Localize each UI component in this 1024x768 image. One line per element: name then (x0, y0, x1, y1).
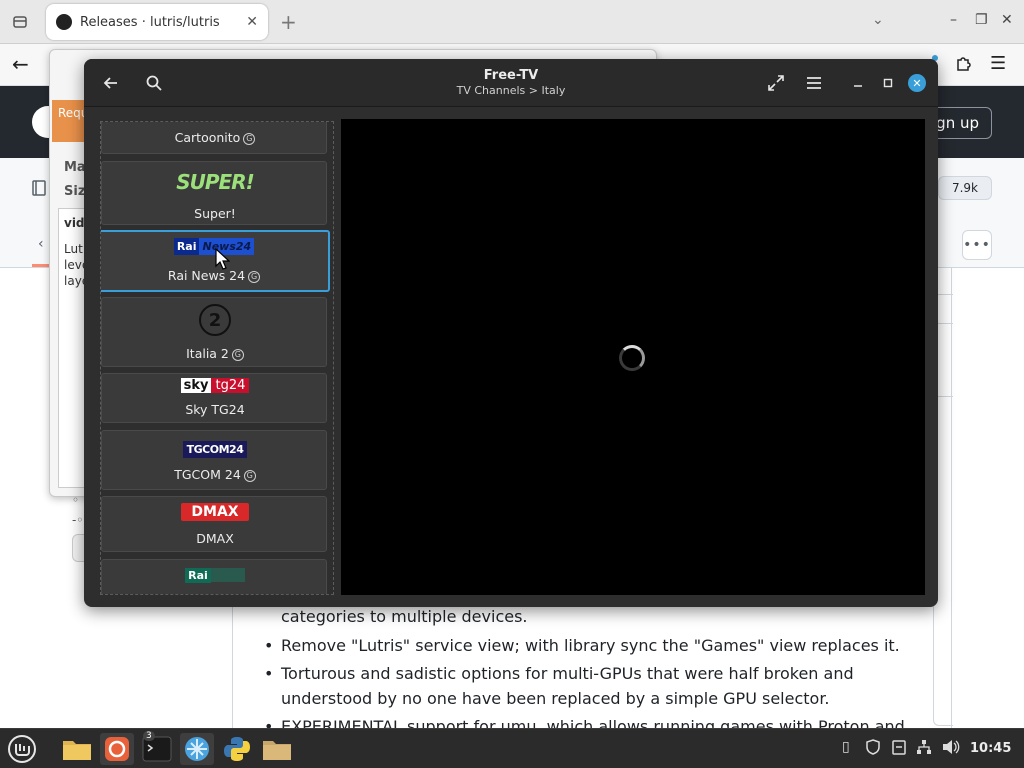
channel-card-dmax[interactable]: DMAX DMAX (101, 496, 327, 552)
channel-name: Italia 2 (186, 346, 229, 361)
freetv-app-icon[interactable] (180, 733, 214, 765)
sky-tg24-logo: sky tg24 (102, 378, 328, 393)
lutris-info-line: Siz (64, 184, 86, 199)
channel-label: Sky TG24 (102, 402, 328, 417)
channel-label: TGCOM 24 G (102, 467, 328, 482)
rai-logo: Rai (102, 568, 328, 583)
release-note-item: Torturous and sadistic options for multi… (262, 661, 942, 711)
tab-title: Releases · lutris/lutris (80, 14, 220, 30)
mouse-cursor-icon (215, 248, 230, 270)
network-icon[interactable] (916, 739, 932, 759)
channel-card-tgcom-24[interactable]: TGCOM24 TGCOM 24 G (101, 430, 327, 490)
python-icon[interactable] (220, 733, 254, 765)
channel-label: Super! (102, 206, 328, 221)
browser-tab-bar: Releases · lutris/lutris ✕ + ⌄ – ❐ ✕ (0, 0, 1024, 44)
rai-logo-text: Rai (173, 238, 200, 255)
repo-book-icon (32, 180, 46, 196)
lutris-info-line: Ma (64, 160, 86, 175)
chevron-left-icon[interactable]: ‹ (38, 236, 44, 252)
tab-overflow-chevron-icon[interactable]: ⌄ (872, 12, 884, 28)
geo-restricted-icon: G (231, 349, 244, 361)
release-text-fragment: categories to multiple devices. (281, 607, 528, 626)
channel-label: Cartoonito G (102, 130, 328, 145)
lutris-info: Ma Siz (64, 156, 86, 204)
geo-restricted-icon: G (243, 133, 256, 145)
fullscreen-icon[interactable] (764, 71, 788, 95)
italia-2-logo-text: 2 (199, 304, 231, 336)
star-count-badge[interactable]: 7.9k (938, 176, 992, 200)
channel-name: Rai News 24 (167, 268, 246, 283)
minimize-icon[interactable] (846, 71, 870, 95)
tab-close-icon[interactable]: ✕ (246, 14, 258, 30)
rai-logo-text: Rai (185, 568, 211, 583)
video-player[interactable] (341, 119, 925, 595)
dmax-logo-text: DMAX (181, 503, 249, 521)
clipboard-icon[interactable] (892, 739, 906, 759)
close-window-button[interactable]: ✕ (1001, 12, 1013, 28)
clock[interactable]: 10:45 (970, 741, 1011, 756)
mint-menu-icon[interactable] (4, 733, 40, 765)
channel-card-rai-news-24[interactable]: Rai News24 Rai News 24 G (101, 230, 330, 292)
channel-name: Super! (194, 206, 236, 221)
channel-card-super[interactable]: SUPER! Super! (101, 161, 327, 225)
loading-spinner-icon (619, 345, 645, 371)
release-note-item: Remove "Lutris" service view; with libra… (262, 633, 942, 658)
super-logo: SUPER! (102, 170, 328, 194)
channel-card-sky-tg24[interactable]: sky tg24 Sky TG24 (101, 373, 327, 423)
browser-tab-releases[interactable]: Releases · lutris/lutris ✕ (46, 4, 268, 40)
lutris-panel-line: leve (64, 258, 87, 272)
volume-icon[interactable] (942, 739, 960, 759)
back-arrow-icon[interactable]: ← (12, 52, 29, 76)
terminal-window-count-badge: 3 (143, 731, 155, 741)
tab-list-icon[interactable] (8, 10, 32, 34)
freetv-headerbar: Free-TV TV Channels > Italy ✕ (84, 59, 938, 107)
radio-option-icon[interactable]: -◦ (72, 510, 83, 530)
new-tab-button[interactable]: + (280, 10, 297, 34)
channel-card-rai[interactable]: Rai (101, 559, 328, 594)
close-icon[interactable]: ✕ (908, 74, 926, 92)
firefox-icon[interactable] (100, 733, 134, 765)
dmax-logo: DMAX (102, 503, 328, 521)
keyboard-layout-icon[interactable]: ▯ (842, 739, 850, 755)
github-favicon-icon (56, 14, 72, 30)
extensions-puzzle-icon[interactable] (955, 54, 973, 76)
channel-card-italia-2[interactable]: 2 Italia 2G (101, 297, 327, 367)
italia-2-logo: 2 (102, 304, 328, 336)
super-logo-text: SUPER! (176, 170, 254, 194)
lutris-panel-line: laye (64, 274, 87, 288)
channel-name: DMAX (196, 531, 234, 546)
request-tag: Requ (52, 100, 88, 142)
channel-name: Cartoonito (174, 130, 241, 145)
channel-name: TGCOM 24 (174, 467, 241, 482)
channel-label: DMAX (102, 531, 328, 546)
channel-list[interactable]: Cartoonito G SUPER! Super! Rai News24 Rai… (100, 121, 334, 595)
tgcom-logo-text: TGCOM24 (182, 441, 248, 458)
channel-label: Italia 2G (102, 346, 328, 361)
channel-card-cartoonito[interactable]: Cartoonito G (101, 122, 328, 154)
tgcom-24-logo: TGCOM24 (102, 441, 328, 458)
maximize-icon[interactable] (876, 71, 900, 95)
geo-restricted-icon: G (248, 271, 261, 283)
channel-label: Rai News 24 G (101, 268, 328, 283)
minimize-button[interactable]: – (950, 12, 957, 28)
channel-name: Sky TG24 (185, 402, 245, 417)
tg24-logo-text: tg24 (211, 378, 250, 393)
geo-restricted-icon: G (243, 470, 256, 482)
lutris-radio-group: ◦ -◦ (72, 490, 83, 530)
rai-logo-suffix (210, 568, 245, 582)
lutris-panel-heading: vid (64, 216, 85, 230)
hamburger-menu-icon[interactable] (802, 71, 826, 95)
maximize-button[interactable]: ❐ (975, 12, 988, 28)
more-options-button[interactable]: ••• (962, 230, 992, 260)
lutris-panel-line: Lut (64, 242, 83, 256)
files-folder-icon[interactable] (60, 733, 94, 765)
radio-option-icon[interactable]: ◦ (72, 490, 83, 510)
shield-icon[interactable] (866, 739, 880, 759)
folder-icon[interactable] (260, 733, 294, 765)
browser-menu-icon[interactable]: ☰ (990, 53, 1006, 74)
sky-logo-text: sky (180, 378, 212, 393)
freetv-window: Free-TV TV Channels > Italy ✕ Cartoonito… (84, 59, 938, 607)
